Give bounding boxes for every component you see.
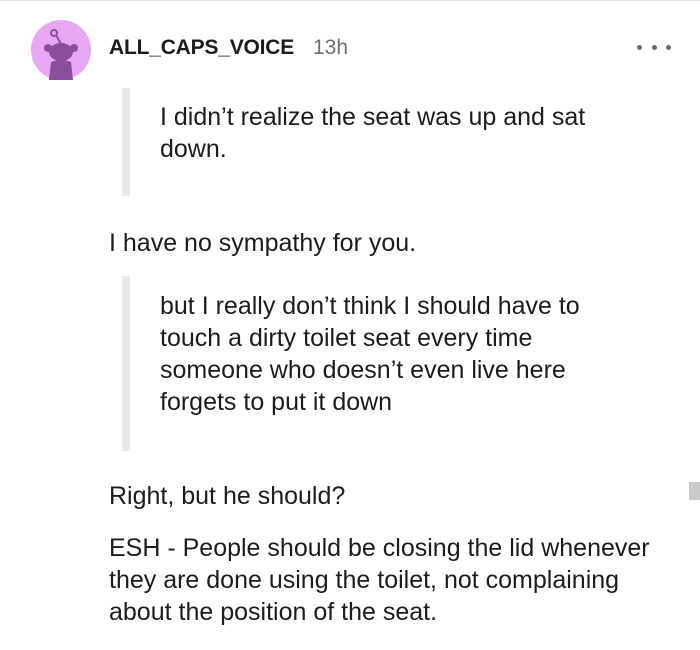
reddit-snoo-avatar-icon <box>31 20 91 80</box>
quote-bar <box>122 276 130 451</box>
quote-bar <box>122 88 130 196</box>
top-divider <box>0 0 700 1</box>
more-dot <box>651 44 657 50</box>
more-dot <box>666 44 671 50</box>
quote-text: but I really don’t think I should have t… <box>160 292 580 416</box>
scrollbar-thumb[interactable] <box>689 482 700 500</box>
reply-text: I have no sympathy for you. <box>109 229 417 257</box>
username[interactable]: ALL_CAPS_VOICE <box>109 36 294 60</box>
reply-text: Right, but he should? <box>109 482 346 510</box>
more-dot <box>637 44 642 50</box>
quote-text: I didn’t realize the seat was up and sat… <box>160 103 586 163</box>
verdict-text: ESH - People should be closing the lid w… <box>109 534 650 626</box>
user-avatar[interactable] <box>31 20 91 80</box>
more-options-icon[interactable] <box>637 35 671 59</box>
comment-timestamp: 13h <box>313 36 349 59</box>
